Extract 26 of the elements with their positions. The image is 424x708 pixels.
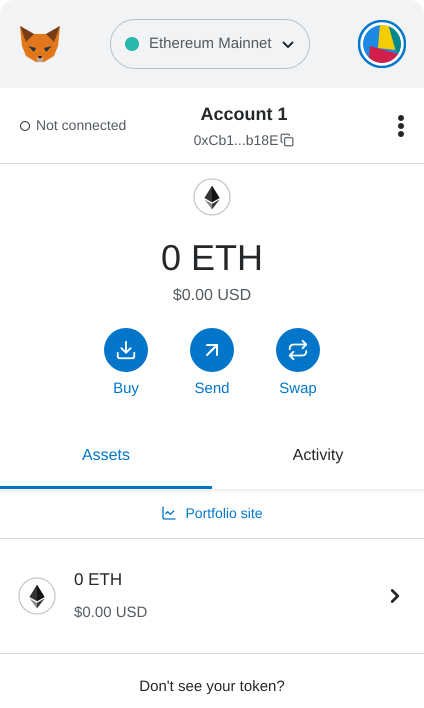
asset-fiat: $0.00 USD [74,603,148,623]
balance-fiat: $0.00 USD [172,286,252,306]
account-avatar[interactable] [358,20,406,68]
download-icon [115,339,137,361]
account-address: 0xCb1...b18E [194,130,278,150]
account-name[interactable]: Account 1 [200,100,288,128]
balance-amount: 0 ETH [160,236,264,280]
swap-icon [287,339,309,361]
action-button[interactable]: Send [179,328,245,400]
tab[interactable]: Assets [0,426,212,488]
asset-amount: 0 ETH [74,568,124,590]
chevron-down-icon [282,40,294,48]
tab[interactable]: Activity [212,426,424,488]
portfolio-link[interactable]: Portfolio site [185,502,263,524]
ethereum-icon [193,178,231,216]
token-hint-text: Don't see your token? [139,676,285,696]
action-button[interactable]: Buy [93,328,159,400]
ethereum-icon [18,576,56,614]
fox-logo-icon [18,24,62,64]
more-options-icon[interactable] [398,114,404,136]
asset-row[interactable]: 0 ETH $0.00 USD [0,538,424,654]
action-button[interactable]: Swap [265,328,331,400]
network-selector[interactable]: Ethereum Mainnet [110,19,310,69]
connection-status: Not connected [36,116,126,135]
chart-icon [161,505,178,521]
copy-icon[interactable] [280,133,294,147]
